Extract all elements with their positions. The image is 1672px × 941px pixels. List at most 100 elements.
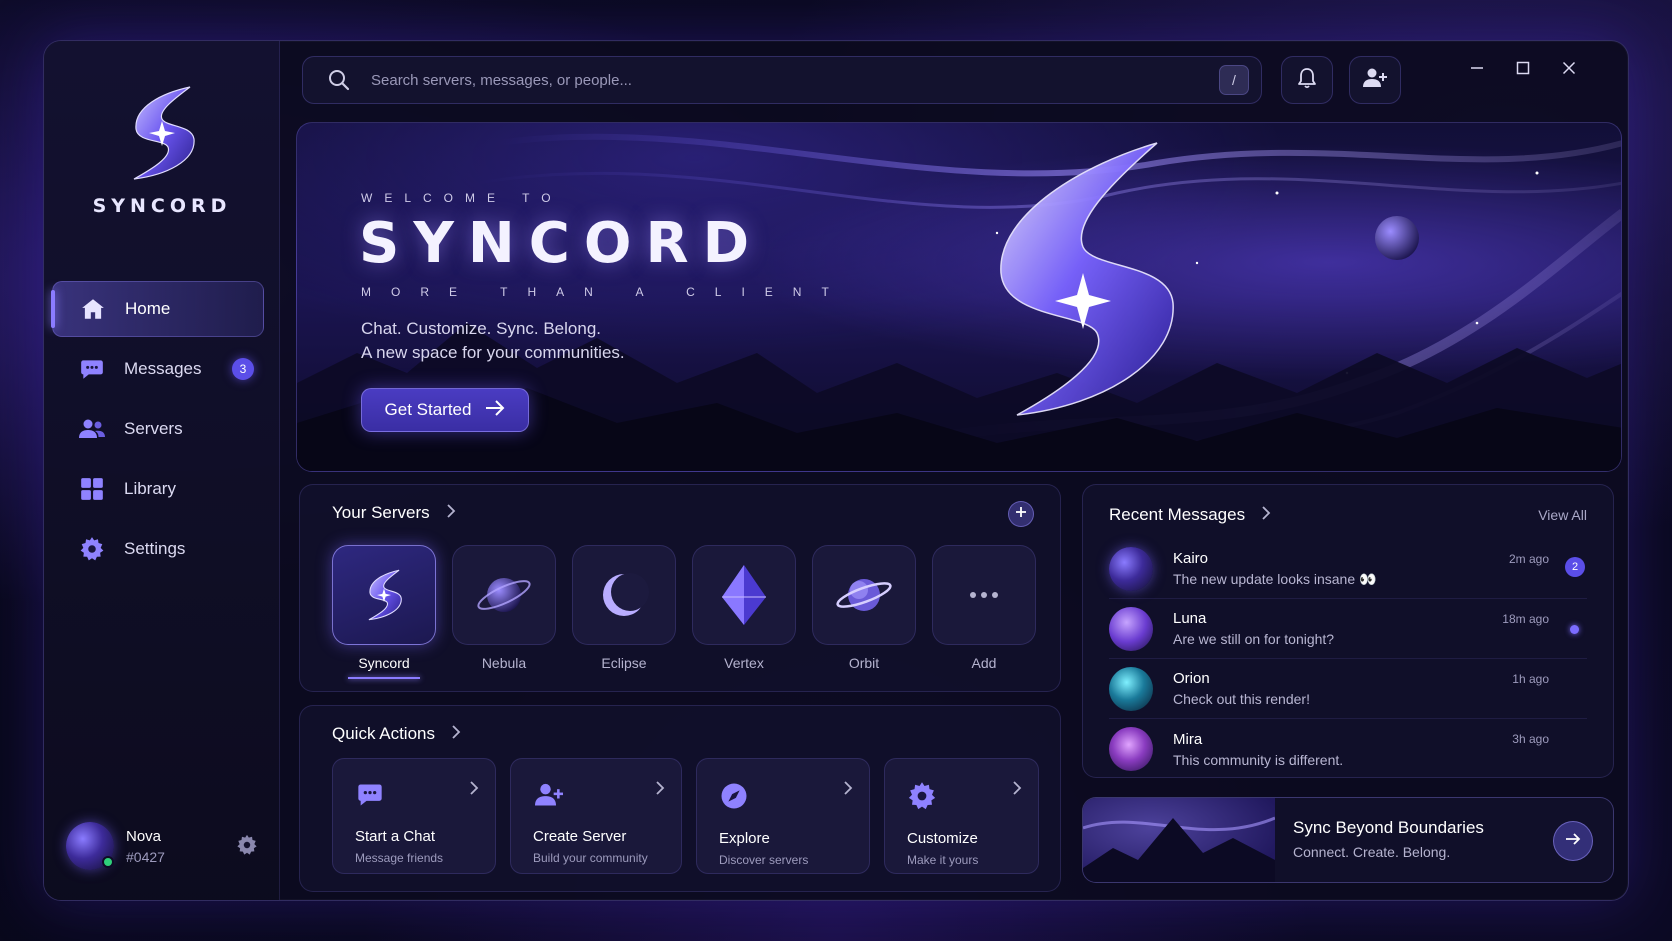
message-preview: This community is different.: [1173, 751, 1344, 768]
quick-action-title: Create Server: [533, 828, 627, 845]
quick-actions-panel: Quick Actions Start a Chat Message frien…: [299, 705, 1061, 892]
message-item-mira[interactable]: Mira This community is different. 3h ago: [1109, 719, 1587, 779]
servers-panel-header[interactable]: Your Servers: [332, 503, 456, 523]
promo-banner[interactable]: Sync Beyond Boundaries Connect. Create. …: [1082, 797, 1614, 883]
app-logo[interactable]: SYNCORD: [44, 81, 280, 217]
message-time: 18m ago: [1502, 612, 1549, 626]
chat-icon: [355, 784, 385, 813]
quick-actions-list: Start a Chat Message friends Create Serv…: [332, 758, 1039, 874]
create-server-card[interactable]: Create Server Build your community: [510, 758, 682, 874]
search-bar[interactable]: /: [302, 56, 1262, 104]
sidebar-item-home[interactable]: Home: [51, 281, 264, 337]
sidebar-item-label: Servers: [124, 419, 183, 438]
home-icon: [79, 295, 107, 323]
maximize-button[interactable]: [1508, 55, 1538, 85]
bell-icon: [1295, 66, 1319, 95]
promo-subtitle: Connect. Create. Belong.: [1293, 844, 1451, 860]
message-item-orion[interactable]: Orion Check out this render! 1h ago: [1109, 659, 1587, 719]
server-item-eclipse[interactable]: Eclipse: [572, 545, 676, 679]
message-item-kairo[interactable]: Kairo The new update looks insane 👀 2m a…: [1109, 539, 1587, 599]
recent-messages-header[interactable]: Recent Messages: [1109, 505, 1271, 525]
promo-title: Sync Beyond Boundaries: [1293, 818, 1484, 837]
add-friend-button[interactable]: [1349, 56, 1401, 104]
message-sender: Kairo: [1173, 549, 1209, 567]
quick-action-title: Customize: [907, 830, 978, 847]
server-tile: [332, 545, 436, 645]
maximize-icon: [1516, 61, 1530, 80]
syncord-server-icon: [368, 569, 402, 621]
server-item-orbit[interactable]: Orbit: [812, 545, 916, 679]
sidebar-item-servers[interactable]: Servers: [52, 401, 264, 457]
start-chat-card[interactable]: Start a Chat Message friends: [332, 758, 496, 874]
server-name: Syncord: [358, 655, 410, 671]
server-name: Vertex: [724, 655, 764, 671]
sidebar-item-library[interactable]: Library: [52, 461, 264, 517]
get-started-button[interactable]: Get Started: [361, 388, 529, 432]
server-item-add[interactable]: Add: [932, 545, 1036, 679]
view-all-link[interactable]: View All: [1538, 507, 1587, 523]
user-name: Nova: [126, 827, 162, 845]
server-item-nebula[interactable]: Nebula: [452, 545, 556, 679]
hero-title: SYNCORD: [359, 211, 764, 276]
hero-banner: WELCOME TO SYNCORD MORE THAN A CLIENT Ch…: [296, 122, 1622, 472]
server-tile: [452, 545, 556, 645]
user-panel[interactable]: Nova #0427: [66, 820, 258, 872]
customize-card[interactable]: Customize Make it yours: [884, 758, 1039, 874]
server-tile: [572, 545, 676, 645]
search-shortcut-key: /: [1219, 65, 1249, 95]
user-tag: #0427: [126, 848, 165, 865]
server-item-syncord[interactable]: Syncord: [332, 545, 436, 679]
server-name: Orbit: [848, 655, 880, 671]
server-name: Nebula: [481, 655, 527, 671]
server-name: Eclipse: [601, 655, 647, 671]
quick-action-desc: Make it yours: [907, 853, 979, 867]
sidebar-item-label: Library: [124, 479, 176, 498]
chevron-right-icon: [446, 503, 456, 523]
quick-actions-title: Quick Actions: [332, 724, 435, 743]
quick-action-title: Explore: [719, 830, 770, 847]
app-window: SYNCORD Home Messages 3 Servers Library …: [43, 40, 1629, 901]
chevron-right-icon: [451, 724, 461, 744]
sidebar: SYNCORD Home Messages 3 Servers Library …: [44, 41, 280, 900]
orbit-planet-icon: [836, 579, 892, 611]
eclipse-moon-icon: [603, 573, 649, 616]
sidebar-item-label: Home: [125, 299, 171, 318]
sidebar-item-messages[interactable]: Messages 3: [52, 341, 264, 397]
explore-card[interactable]: Explore Discover servers: [696, 758, 870, 874]
more-dots-icon: [970, 592, 998, 598]
message-sender: Mira: [1173, 730, 1203, 748]
promo-landscape-image: [1083, 798, 1275, 882]
add-user-icon: [1362, 66, 1388, 95]
server-item-vertex[interactable]: Vertex: [692, 545, 796, 679]
add-server-button[interactable]: [1008, 501, 1034, 527]
avatar: [1109, 546, 1153, 591]
sidebar-item-settings[interactable]: Settings: [52, 521, 264, 577]
message-item-luna[interactable]: Luna Are we still on for tonight? 18m ag…: [1109, 599, 1587, 659]
message-sender: Orion: [1173, 670, 1210, 687]
servers-title: Your Servers: [332, 503, 430, 522]
search-input[interactable]: [371, 71, 1219, 89]
close-button[interactable]: [1554, 55, 1584, 85]
message-time: 3h ago: [1512, 732, 1549, 746]
user-settings-gear-icon[interactable]: [236, 834, 258, 861]
promo-arrow-button[interactable]: [1553, 821, 1593, 861]
nebula-planet-icon: [477, 578, 531, 612]
recent-messages-panel: Recent Messages View All Kairo The new u…: [1082, 484, 1614, 778]
message-time: 2m ago: [1508, 552, 1549, 566]
server-list: Syncord Nebula Eclipse Vertex Orbit Add: [332, 545, 1036, 679]
hero-description: A new space for your communities.: [361, 343, 625, 362]
gear-icon: [78, 535, 106, 563]
server-name: Add: [971, 655, 997, 671]
vertex-crystal-icon: [722, 565, 766, 625]
syncord-logo-icon: [133, 86, 195, 180]
minimize-button[interactable]: [1462, 55, 1492, 85]
notifications-button[interactable]: [1281, 56, 1333, 104]
avatar: [1109, 727, 1153, 771]
avatar[interactable]: [66, 822, 114, 870]
get-started-label: Get Started: [384, 400, 472, 419]
avatar: [1109, 606, 1153, 651]
quick-actions-header[interactable]: Quick Actions: [332, 724, 461, 744]
quick-action-title: Start a Chat: [355, 828, 436, 845]
message-preview: The new update looks insane 👀: [1173, 570, 1377, 587]
sidebar-nav: Home Messages 3 Servers Library Settings: [51, 281, 264, 581]
